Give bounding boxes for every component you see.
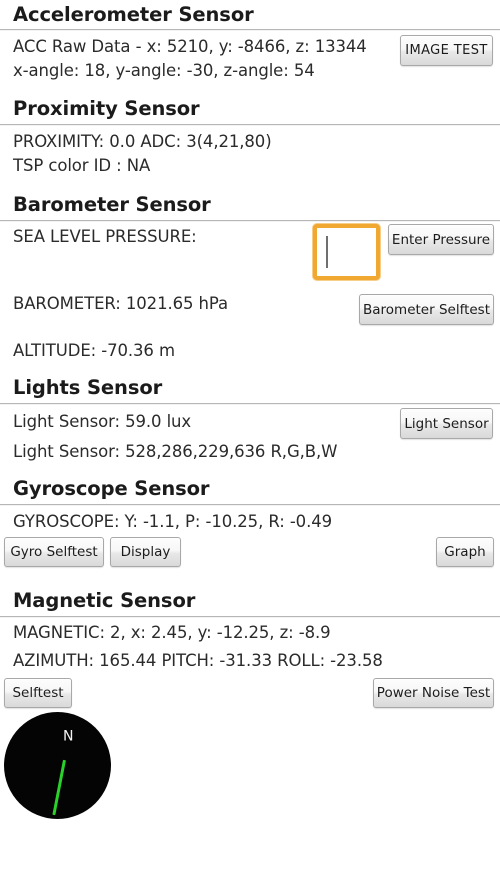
magnetic-selftest-button[interactable]: Selftest bbox=[4, 678, 72, 708]
divider-lights bbox=[0, 403, 500, 405]
light-sensor-button[interactable]: Light Sensor bbox=[400, 408, 493, 439]
divider-magnetic bbox=[0, 616, 500, 618]
sea-level-pressure-label: SEA LEVEL PRESSURE: bbox=[13, 227, 197, 246]
gyro-graph-button[interactable]: Graph bbox=[436, 537, 494, 567]
divider-proximity bbox=[0, 124, 500, 126]
image-test-button[interactable]: IMAGE TEST bbox=[400, 35, 493, 66]
divider-accelerometer bbox=[0, 29, 500, 31]
sensor-test-screen: Accelerometer Sensor ACC Raw Data - x: 5… bbox=[0, 0, 500, 888]
compass-north-label: N bbox=[63, 726, 74, 742]
compass-needle bbox=[52, 759, 66, 816]
section-title-proximity: Proximity Sensor bbox=[13, 97, 200, 120]
magnetic-values: MAGNETIC: 2, x: 2.45, y: -12.25, z: -8.9 bbox=[13, 623, 331, 642]
magnetic-orientation: AZIMUTH: 165.44 PITCH: -31.33 ROLL: -23.… bbox=[13, 651, 383, 670]
light-sensor-lux: Light Sensor: 59.0 lux bbox=[13, 412, 192, 431]
barometer-value: BAROMETER: 1021.65 hPa bbox=[13, 294, 229, 313]
proximity-value: PROXIMITY: 0.0 ADC: 3(4,21,80) bbox=[13, 132, 272, 151]
section-title-gyroscope: Gyroscope Sensor bbox=[13, 477, 210, 500]
light-sensor-rgbw: Light Sensor: 528,286,229,636 R,G,B,W bbox=[13, 442, 338, 461]
compass-dial[interactable]: N bbox=[4, 712, 111, 819]
text-caret bbox=[326, 236, 328, 268]
accelerometer-raw-data: ACC Raw Data - x: 5210, y: -8466, z: 133… bbox=[13, 37, 367, 56]
divider-gyroscope bbox=[0, 504, 500, 506]
section-title-accelerometer: Accelerometer Sensor bbox=[13, 3, 254, 26]
section-title-lights: Lights Sensor bbox=[13, 376, 163, 399]
altitude-value: ALTITUDE: -70.36 m bbox=[13, 341, 175, 360]
divider-barometer bbox=[0, 220, 500, 222]
accelerometer-angles: x-angle: 18, y-angle: -30, z-angle: 54 bbox=[13, 61, 315, 80]
power-noise-test-button[interactable]: Power Noise Test bbox=[373, 678, 494, 708]
gyroscope-values: GYROSCOPE: Y: -1.1, P: -10.25, R: -0.49 bbox=[13, 512, 333, 531]
enter-pressure-button[interactable]: Enter Pressure bbox=[388, 224, 494, 255]
gyro-display-button[interactable]: Display bbox=[110, 537, 181, 567]
section-title-magnetic: Magnetic Sensor bbox=[13, 589, 196, 612]
tsp-color-id: TSP color ID : NA bbox=[13, 156, 151, 175]
barometer-selftest-button[interactable]: Barometer Selftest bbox=[359, 294, 494, 325]
sea-level-pressure-input[interactable] bbox=[313, 224, 380, 280]
section-title-barometer: Barometer Sensor bbox=[13, 193, 211, 216]
gyro-selftest-button[interactable]: Gyro Selftest bbox=[4, 537, 104, 567]
